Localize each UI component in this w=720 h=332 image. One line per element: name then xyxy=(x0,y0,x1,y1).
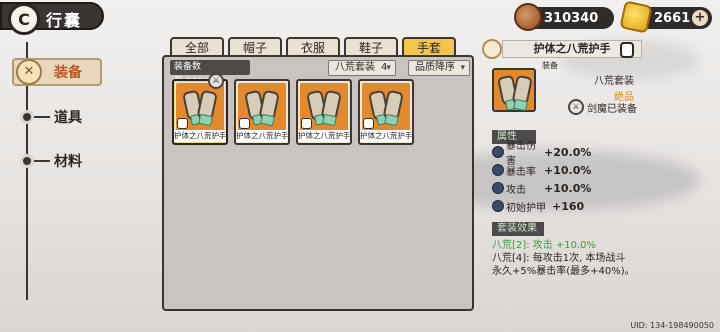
stat-row: 暴击伤害 +20.0% xyxy=(492,141,592,167)
back-icon: C xyxy=(18,9,30,29)
nav-item-items[interactable]: 道具 xyxy=(54,107,82,127)
nav-item-materials[interactable]: 材料 xyxy=(54,151,82,171)
nav-dot xyxy=(20,154,34,168)
nav-item-equipment[interactable]: ✕ 装备 xyxy=(12,58,102,86)
stat-row: 暴击率 +10.0% xyxy=(492,162,591,178)
slot-item-name: 护体之八荒护手 xyxy=(236,130,289,142)
user-id: UID: 134-198490050 xyxy=(630,321,714,330)
slot-item-name: 护体之八荒护手 xyxy=(360,130,413,142)
tab-all[interactable]: 全部 xyxy=(170,37,224,57)
coin-icon xyxy=(514,3,542,31)
gold-value: 2661 xyxy=(654,10,691,26)
add-gold-button[interactable]: + xyxy=(692,10,708,26)
lock-icon xyxy=(363,118,374,129)
equipment-category-icon xyxy=(482,39,502,59)
crit-rate-icon xyxy=(492,164,504,176)
lock-icon xyxy=(239,118,250,129)
set-filter-dropdown[interactable]: 八荒套装 4 ▾ xyxy=(328,60,396,76)
gauntlet-icon xyxy=(492,68,536,112)
page-title: 行囊 xyxy=(46,11,83,30)
crossed-swords-icon: ✕ xyxy=(16,59,42,85)
crit-damage-icon xyxy=(492,146,504,158)
equipment-count: 装备数量:230/600 xyxy=(170,60,250,87)
item-set-name: 八荒套装 xyxy=(594,76,634,87)
equipped-character-icon: ⚔ xyxy=(208,73,224,89)
lock-icon xyxy=(177,118,188,129)
set-effect-4-cont: 永久+5%暴击率(最多+40%)。 xyxy=(492,266,635,277)
stat-name: 暴击率 xyxy=(506,166,536,178)
stat-value: +10.0% xyxy=(544,163,592,177)
stat-value: +160 xyxy=(552,199,585,213)
set-effects-header: 套装效果 xyxy=(492,222,544,236)
coins-counter: 310340 xyxy=(514,3,614,31)
slot-item-name: 护体之八荒护手 xyxy=(298,130,351,142)
chevron-down-icon: ▾ xyxy=(386,63,391,73)
inventory-slot[interactable]: 护体之八荒护手 xyxy=(172,79,228,145)
inventory-slot[interactable]: 护体之八荒护手 xyxy=(296,79,352,145)
gold-ingot-icon xyxy=(619,0,653,34)
stat-row: 初始护甲 +160 xyxy=(492,198,584,214)
tab-hats[interactable]: 帽子 xyxy=(228,37,282,57)
top-bar: C 行囊 310340 2661 + xyxy=(0,0,720,35)
back-button[interactable]: C xyxy=(8,3,40,35)
stat-row: 攻击 +10.0% xyxy=(492,180,591,196)
equipped-status-label: 剑魔已装备 xyxy=(587,103,637,115)
nav-item-label: 装备 xyxy=(54,65,82,81)
armor-icon xyxy=(492,200,504,212)
gold-counter: 2661 + xyxy=(619,0,712,34)
stat-name: 攻击 xyxy=(506,184,526,196)
sort-dropdown[interactable]: 品质降序 ▾ xyxy=(408,60,470,76)
stat-name: 初始护甲 xyxy=(506,202,546,214)
stat-value: +10.0% xyxy=(544,181,592,195)
equipped-status: ⚔ 剑魔已装备 xyxy=(568,98,637,116)
item-detail-pane: 护体之八荒护手 装备 八荒套装 绝品 ⚔ 剑魔已装备 属性 暴击伤害 +20.0… xyxy=(482,36,720,306)
nav-dot xyxy=(20,110,34,124)
inventory-slot[interactable]: 护体之八荒护手 xyxy=(358,79,414,145)
attack-icon xyxy=(492,182,504,194)
coins-value: 310340 xyxy=(544,10,599,26)
sort-filter-label: 品质降序 xyxy=(415,62,455,73)
lock-toggle-icon[interactable] xyxy=(620,42,634,58)
tab-clothes[interactable]: 衣服 xyxy=(286,37,340,57)
chevron-down-icon: ▾ xyxy=(460,63,465,73)
sword-icon: ⚔ xyxy=(568,99,584,115)
set-filter-label: 八荒套装 xyxy=(335,62,375,73)
nav-dash xyxy=(34,160,50,162)
lock-icon xyxy=(301,118,312,129)
nav-dash xyxy=(34,116,50,118)
slot-item-name: 护体之八荒护手 xyxy=(174,130,227,142)
tab-shoes[interactable]: 鞋子 xyxy=(344,37,398,57)
item-category: 装备 xyxy=(542,61,558,70)
tab-gloves[interactable]: 手套 xyxy=(402,37,456,57)
inventory-slot[interactable]: 护体之八荒护手 xyxy=(234,79,290,145)
stat-value: +20.0% xyxy=(544,145,592,159)
inventory-panel: 装备数量:230/600 八荒套装 4 ▾ 品质降序 ▾ 护体之八荒护手 护体之… xyxy=(162,55,474,311)
